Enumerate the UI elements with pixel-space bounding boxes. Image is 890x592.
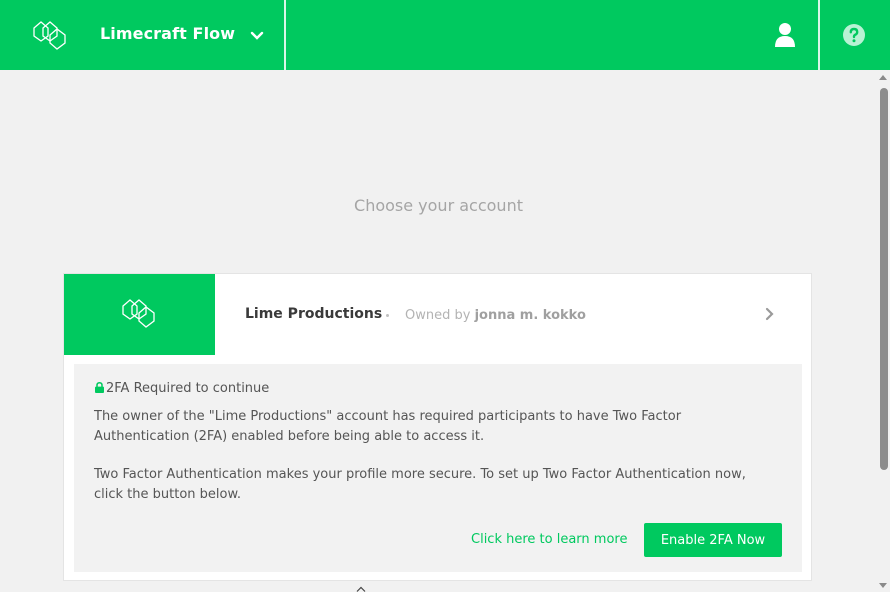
- notice-paragraph: The owner of the "Lime Productions" acco…: [94, 409, 682, 444]
- app-title[interactable]: Limecraft Flow: [100, 24, 235, 43]
- cubes-logo-icon[interactable]: [32, 19, 68, 51]
- scroll-down-arrow-icon[interactable]: [879, 583, 887, 588]
- account-name[interactable]: Lime Productions: [245, 306, 382, 322]
- owned-by-label: Owned by: [405, 308, 471, 323]
- enable-2fa-button[interactable]: Enable 2FA Now: [644, 523, 782, 557]
- cubes-logo-icon: [122, 299, 155, 328]
- notice-paragraph: Two Factor Authentication makes your pro…: [94, 467, 746, 502]
- owner-name: jonna m. kokko: [474, 308, 586, 323]
- notice-title: 2FA Required to continue: [95, 381, 269, 396]
- scroll-up-arrow-icon[interactable]: [879, 75, 887, 80]
- learn-more-link[interactable]: Click here to learn more: [471, 532, 627, 547]
- account-thumbnail[interactable]: [64, 274, 215, 355]
- notice-title-text: 2FA Required to continue: [106, 381, 270, 396]
- account-card: Lime Productions Owned by jonna m. kokko…: [63, 273, 812, 581]
- user-icon[interactable]: [773, 22, 797, 48]
- chevron-right-icon[interactable]: [763, 306, 775, 322]
- chevron-down-icon[interactable]: [249, 28, 265, 44]
- top-bar: Limecraft Flow: [0, 0, 890, 70]
- scrollbar-thumb[interactable]: [880, 88, 888, 470]
- account-owner: Owned by jonna m. kokko: [405, 308, 586, 323]
- page-title: Choose your account: [354, 196, 523, 215]
- two-factor-notice: 2FA Required to continue The owner of th…: [74, 364, 802, 572]
- help-circle-icon[interactable]: [842, 23, 866, 47]
- chevron-up-icon: [356, 586, 366, 592]
- header-divider: [818, 0, 820, 70]
- lock-icon: [95, 382, 104, 393]
- header-divider: [284, 0, 286, 70]
- separator-dot: [386, 314, 389, 317]
